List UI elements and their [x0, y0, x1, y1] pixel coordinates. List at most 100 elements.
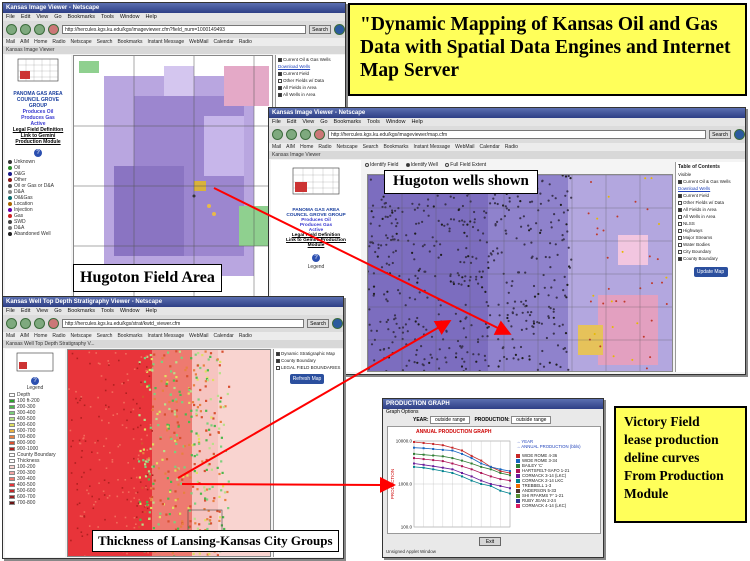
- menu-help[interactable]: Help: [145, 14, 156, 20]
- pt-aim[interactable]: AIM: [20, 333, 29, 339]
- pt-mail[interactable]: Mail: [6, 333, 15, 339]
- pt-webmail[interactable]: WebMail: [455, 144, 474, 150]
- url-input[interactable]: http://hercules.kgs.ku.edu/kgs/strat/kwt…: [62, 319, 305, 328]
- refresh-map-button[interactable]: Refresh Map: [290, 374, 324, 384]
- menu-tools[interactable]: Tools: [101, 14, 114, 20]
- side-link-production[interactable]: Production Module: [5, 139, 71, 145]
- menu-tools[interactable]: Tools: [367, 119, 380, 125]
- reload-icon[interactable]: [34, 318, 45, 329]
- pt-search[interactable]: Search: [363, 144, 379, 150]
- map-hugoton-wells[interactable]: [367, 174, 673, 372]
- pt-calendar[interactable]: Calendar: [214, 333, 234, 339]
- checkbox[interactable]: [276, 358, 280, 363]
- pt-aim[interactable]: AIM: [286, 144, 295, 150]
- menu-go[interactable]: Go: [54, 14, 61, 20]
- menu-window[interactable]: Window: [120, 308, 140, 314]
- menu-bookmarks[interactable]: Bookmarks: [334, 119, 362, 125]
- checkbox[interactable]: [678, 207, 682, 212]
- menu-bookmarks[interactable]: Bookmarks: [68, 14, 96, 20]
- menu-bookmarks[interactable]: Bookmarks: [68, 308, 96, 314]
- pt-instant-message[interactable]: Instant Message: [413, 144, 450, 150]
- menu-window[interactable]: Window: [386, 119, 406, 125]
- menu-file[interactable]: File: [6, 308, 15, 314]
- forward-icon[interactable]: [286, 129, 297, 140]
- pt-bookmarks[interactable]: Bookmarks: [117, 333, 142, 339]
- pt-netscape[interactable]: Netscape: [336, 144, 357, 150]
- pt-radio-2[interactable]: Radio: [239, 39, 252, 45]
- checkbox[interactable]: [278, 57, 282, 62]
- checkbox[interactable]: [678, 228, 682, 233]
- pt-search[interactable]: Search: [97, 333, 113, 339]
- checkbox[interactable]: [276, 365, 280, 370]
- menu-window[interactable]: Window: [120, 14, 140, 20]
- checkbox[interactable]: [678, 214, 682, 219]
- search-button[interactable]: Search: [709, 130, 731, 139]
- menu-view[interactable]: View: [36, 308, 48, 314]
- menu-edit[interactable]: Edit: [21, 308, 30, 314]
- back-icon[interactable]: [6, 318, 17, 329]
- help-icon[interactable]: ?: [34, 149, 42, 157]
- checkbox[interactable]: [678, 193, 682, 198]
- stop-icon[interactable]: [48, 24, 59, 35]
- pt-bookmarks[interactable]: Bookmarks: [383, 144, 408, 150]
- pt-webmail[interactable]: WebMail: [189, 39, 208, 45]
- year-value[interactable]: outside range: [429, 416, 471, 424]
- tab-image-viewer[interactable]: Kansas Image Viewer: [272, 152, 321, 158]
- back-icon[interactable]: [272, 129, 283, 140]
- tab-image-viewer[interactable]: Kansas Image Viewer: [6, 47, 55, 53]
- checkbox[interactable]: [678, 200, 682, 205]
- menu-edit[interactable]: Edit: [287, 119, 296, 125]
- menu-file[interactable]: File: [272, 119, 281, 125]
- menu-tools[interactable]: Tools: [101, 308, 114, 314]
- menu-go[interactable]: Go: [320, 119, 327, 125]
- menu-help[interactable]: Help: [145, 308, 156, 314]
- map-lkc-thickness[interactable]: [67, 349, 271, 557]
- pt-radio[interactable]: Radio: [52, 333, 65, 339]
- checkbox[interactable]: [278, 78, 282, 83]
- menu-view[interactable]: View: [36, 14, 48, 20]
- help-icon[interactable]: ?: [312, 254, 320, 262]
- menu-view[interactable]: View: [302, 119, 314, 125]
- forward-icon[interactable]: [20, 24, 31, 35]
- side-link-module[interactable]: Module: [271, 243, 361, 248]
- checkbox[interactable]: [278, 71, 282, 76]
- checkbox[interactable]: [278, 85, 282, 90]
- pt-mail[interactable]: Mail: [6, 39, 15, 45]
- pt-instant-message[interactable]: Instant Message: [147, 39, 184, 45]
- pt-radio-2[interactable]: Radio: [239, 333, 252, 339]
- menu-edit[interactable]: Edit: [21, 14, 30, 20]
- pt-search[interactable]: Search: [97, 39, 113, 45]
- pt-aim[interactable]: AIM: [20, 39, 29, 45]
- checkbox[interactable]: [678, 221, 682, 226]
- pt-calendar[interactable]: Calendar: [214, 39, 234, 45]
- pt-webmail[interactable]: WebMail: [189, 333, 208, 339]
- exit-button[interactable]: Exit: [479, 537, 501, 546]
- radio-full-extent[interactable]: [445, 162, 450, 167]
- radio-identify-well[interactable]: [405, 162, 410, 167]
- production-value[interactable]: outside range: [511, 416, 552, 424]
- forward-icon[interactable]: [20, 318, 31, 329]
- help-icon[interactable]: ?: [31, 377, 39, 385]
- pt-radio-2[interactable]: Radio: [505, 144, 518, 150]
- search-button[interactable]: Search: [309, 25, 331, 34]
- checkbox[interactable]: [276, 351, 280, 356]
- checkbox[interactable]: [278, 92, 282, 97]
- back-icon[interactable]: [6, 24, 17, 35]
- reload-icon[interactable]: [34, 24, 45, 35]
- pt-netscape[interactable]: Netscape: [70, 39, 91, 45]
- toc-download-link[interactable]: Download Wells: [678, 186, 743, 191]
- checkbox[interactable]: [678, 256, 682, 261]
- pt-instant-message[interactable]: Instant Message: [147, 333, 184, 339]
- reload-icon[interactable]: [300, 129, 311, 140]
- pt-mail[interactable]: Mail: [272, 144, 281, 150]
- pt-radio[interactable]: Radio: [52, 39, 65, 45]
- pt-home[interactable]: Home: [34, 39, 47, 45]
- update-map-button[interactable]: Update Map: [693, 267, 728, 277]
- pt-radio[interactable]: Radio: [318, 144, 331, 150]
- pt-bookmarks[interactable]: Bookmarks: [117, 39, 142, 45]
- checkbox[interactable]: [678, 235, 682, 240]
- pt-home[interactable]: Home: [34, 333, 47, 339]
- tab-strat-viewer[interactable]: Kansas Well Top Depth Stratigraphy V...: [6, 341, 95, 347]
- pt-home[interactable]: Home: [300, 144, 313, 150]
- stop-icon[interactable]: [48, 318, 59, 329]
